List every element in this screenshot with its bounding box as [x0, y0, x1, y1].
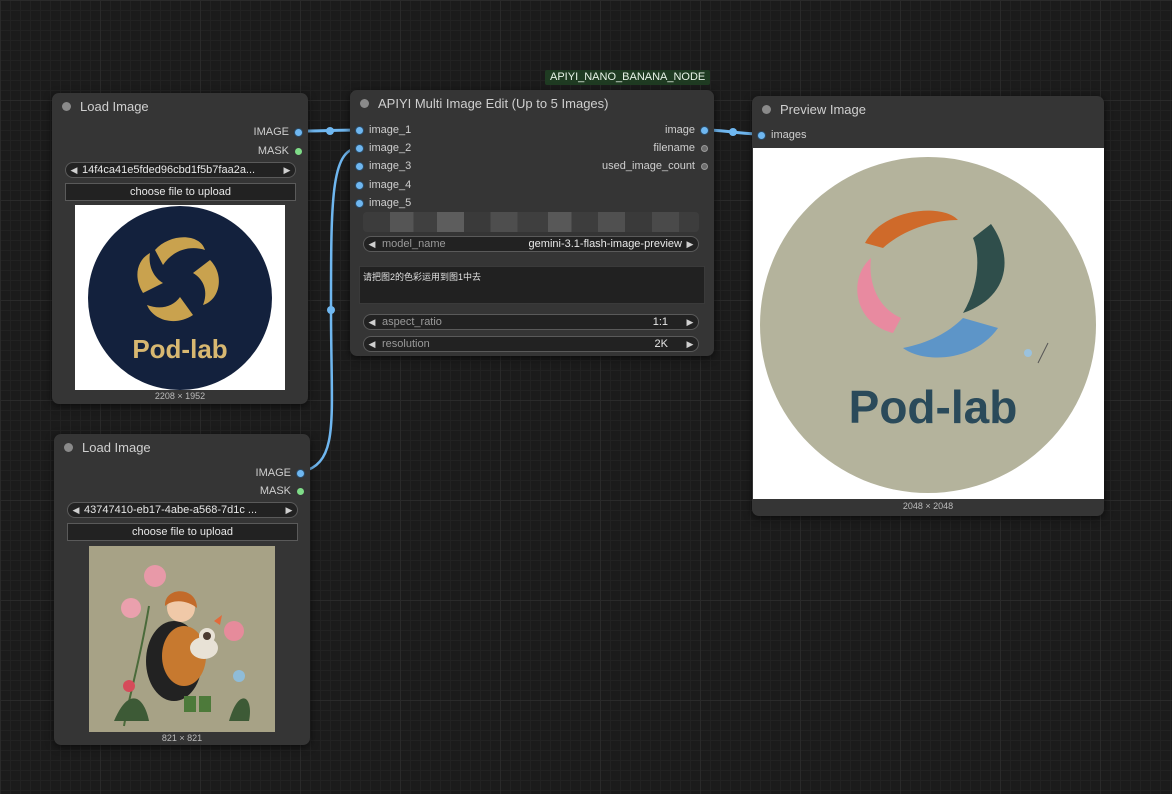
image-dimensions: 2048 × 2048	[902, 501, 954, 511]
arrow-right-icon[interactable]: ▶	[682, 239, 698, 250]
preview-image-node[interactable]: Preview Image images Pod-lab 2048 × 2048	[752, 96, 1104, 516]
upload-button[interactable]: choose file to upload	[65, 183, 296, 201]
slot-label: filename	[653, 142, 695, 154]
slot-label: image_1	[369, 124, 412, 136]
slot-pin-icon[interactable]	[297, 469, 304, 477]
slot-label: IMAGE	[255, 467, 291, 479]
output-filename[interactable]: filename	[653, 140, 708, 156]
combo-value: 2K	[654, 338, 668, 350]
slot-label: image_2	[369, 142, 412, 154]
model-name-combo[interactable]: ◀ model_name gemini-3.1-flash-image-prev…	[363, 236, 699, 252]
node-title: Load Image	[82, 439, 151, 455]
slot-pin-icon[interactable]	[297, 487, 304, 495]
resolution-combo[interactable]: ◀ resolution 2K ▶	[363, 336, 699, 352]
slot-label: image	[665, 124, 695, 136]
arrow-left-icon[interactable]: ◀	[364, 317, 380, 328]
slot-pin-icon[interactable]	[356, 199, 363, 207]
image-file-combo[interactable]: ◀ 14f4ca41e5fded96cbd1f5b7faa2a... ▶	[65, 162, 296, 178]
slot-pin-icon[interactable]	[356, 144, 363, 152]
output-mask[interactable]: MASK	[258, 143, 302, 159]
input-image-4[interactable]: image_4	[356, 177, 411, 193]
arrow-left-icon[interactable]: ◀	[364, 239, 380, 250]
image-preview: Pod-lab	[75, 205, 285, 390]
slot-pin-icon[interactable]	[701, 144, 708, 152]
output-used-image-count[interactable]: used_image_count	[602, 158, 708, 174]
slot-label: MASK	[259, 485, 291, 497]
collapse-dot-icon[interactable]	[762, 104, 771, 114]
node-title: Load Image	[80, 98, 149, 114]
node-header[interactable]: Load Image	[52, 93, 308, 119]
image-preview	[89, 546, 275, 732]
slot-pin-icon[interactable]	[701, 126, 708, 134]
input-images[interactable]: images	[758, 127, 806, 143]
slot-pin-icon[interactable]	[356, 126, 363, 134]
slot-pin-icon[interactable]	[295, 147, 302, 155]
output-image[interactable]: IMAGE	[256, 465, 304, 481]
combo-label: resolution	[382, 338, 430, 350]
load-image-node-1[interactable]: Load Image IMAGE MASK ◀ 14f4ca41e5fded96…	[52, 93, 308, 404]
output-image[interactable]: IMAGE	[254, 124, 302, 140]
logo-text: Pod-lab	[132, 334, 227, 364]
node-title: Preview Image	[780, 101, 866, 117]
collapse-dot-icon[interactable]	[64, 442, 73, 452]
node-type-tag: APIYI_NANO_BANANA_NODE	[545, 70, 711, 85]
redacted-api-key-field[interactable]	[363, 212, 699, 232]
aspect-ratio-combo[interactable]: ◀ aspect_ratio 1:1 ▶	[363, 314, 699, 330]
slot-label: IMAGE	[253, 126, 289, 138]
image-dimensions: 821 × 821	[161, 733, 203, 743]
upload-button[interactable]: choose file to upload	[67, 523, 298, 541]
slot-pin-icon[interactable]	[356, 181, 363, 189]
slot-label: MASK	[257, 145, 289, 157]
combo-value: 43747410-eb17-4abe-a568-7d1c ...	[84, 504, 258, 516]
slot-label: image_4	[369, 179, 412, 191]
input-image-2[interactable]: image_2	[356, 140, 411, 156]
slot-pin-icon[interactable]	[356, 162, 363, 170]
combo-label: aspect_ratio	[382, 316, 442, 328]
node-header[interactable]: Preview Image	[752, 96, 1104, 122]
slot-label: images	[771, 129, 807, 141]
output-mask[interactable]: MASK	[260, 483, 304, 499]
slot-pin-icon[interactable]	[295, 128, 302, 136]
prompt-textarea[interactable]: 请把图2的色彩运用到图1中去	[359, 266, 705, 304]
slot-pin-icon[interactable]	[701, 162, 708, 170]
logo-text: Pod-lab	[849, 381, 1018, 433]
input-image-5[interactable]: image_5	[356, 195, 411, 211]
collapse-dot-icon[interactable]	[62, 101, 71, 111]
arrow-left-icon[interactable]: ◀	[68, 505, 84, 516]
slot-label: image_3	[369, 160, 412, 172]
node-header[interactable]: Load Image	[54, 434, 310, 460]
output-image-preview: Pod-lab	[753, 148, 1104, 499]
arrow-right-icon[interactable]: ▶	[682, 339, 698, 350]
combo-value: 1:1	[652, 316, 668, 328]
slot-pin-icon[interactable]	[758, 131, 765, 139]
arrow-left-icon[interactable]: ◀	[66, 165, 82, 176]
node-header[interactable]: APIYI Multi Image Edit (Up to 5 Images)	[350, 90, 714, 116]
collapse-dot-icon[interactable]	[360, 98, 369, 108]
combo-value: gemini-3.1-flash-image-preview	[528, 238, 682, 250]
slot-label: image_5	[369, 197, 412, 209]
image-dimensions: 2208 × 1952	[154, 391, 206, 401]
arrow-right-icon[interactable]: ▶	[279, 165, 295, 176]
output-image[interactable]: image	[665, 122, 708, 138]
input-image-1[interactable]: image_1	[356, 122, 411, 138]
input-image-3[interactable]: image_3	[356, 158, 411, 174]
combo-label: model_name	[382, 238, 446, 250]
apiyi-multi-image-edit-node[interactable]: APIYI Multi Image Edit (Up to 5 Images) …	[350, 90, 714, 356]
slot-label: used_image_count	[602, 160, 695, 172]
node-title: APIYI Multi Image Edit (Up to 5 Images)	[378, 95, 609, 111]
arrow-left-icon[interactable]: ◀	[364, 339, 380, 350]
arrow-right-icon[interactable]: ▶	[281, 505, 297, 516]
image-file-combo[interactable]: ◀ 43747410-eb17-4abe-a568-7d1c ... ▶	[67, 502, 298, 518]
load-image-node-2[interactable]: Load Image IMAGE MASK ◀ 43747410-eb17-4a…	[54, 434, 310, 745]
arrow-right-icon[interactable]: ▶	[682, 317, 698, 328]
combo-value: 14f4ca41e5fded96cbd1f5b7faa2a...	[82, 164, 256, 176]
